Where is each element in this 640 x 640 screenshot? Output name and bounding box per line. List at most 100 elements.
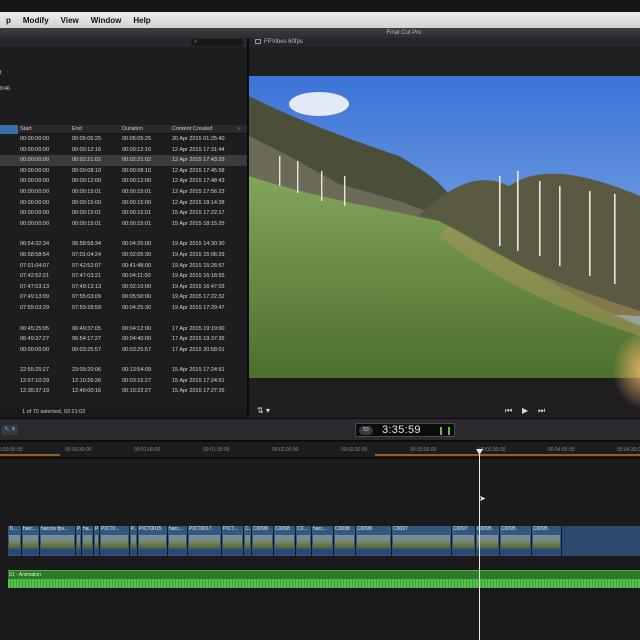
clip-row[interactable]: 06:49:37:27 06:54:17:27 00:04:40:00 17 Apr …: [0, 334, 247, 345]
clip-audio: [500, 549, 531, 555]
clip-thumbnail: [77, 535, 80, 548]
view-options-button[interactable]: ⇅ ▾: [257, 406, 270, 415]
clip-thumbnail: [95, 535, 98, 548]
end-cell: 00:00:15:00: [72, 199, 102, 206]
clip-meta-line: t: [0, 70, 2, 76]
column-header-start[interactable]: Start: [20, 126, 32, 132]
end-cell: 00:00:12:00: [72, 178, 102, 185]
list-header: Start End Duration Content Created ‹: [0, 125, 247, 134]
menu-item-help[interactable]: Help: [127, 16, 156, 25]
search-input[interactable]: ⌕: [191, 39, 243, 46]
next-frame-button[interactable]: ⏭: [538, 406, 545, 416]
end-cell: 00:05:05:25: [72, 136, 102, 142]
clip-label: harcov fpv...: [41, 526, 68, 532]
clip-row[interactable]: 00:00:00:00 00:00:12:00 00:00:12:00 12 Apr …: [0, 176, 247, 187]
select-tool-button[interactable]: ↖ ▾: [2, 425, 18, 435]
clip-row[interactable]: 00:00:00:00 00:02:21:02 00:02:21:02 12 Apr …: [0, 155, 247, 166]
name-column-header[interactable]: [0, 125, 18, 134]
list-gap: [0, 314, 247, 324]
music-clip[interactable]: 01 - Animation: [8, 570, 640, 588]
menu-item-fcp[interactable]: p: [0, 16, 17, 25]
clip-row[interactable]: 06:54:32:34 06:58:58:34 00:04:26:00 19 Apr …: [0, 239, 247, 250]
timeline-clip[interactable]: C0098: [334, 526, 356, 556]
clip-row[interactable]: 00:00:00:00 00:00:15:01 00:00:15:01 15 Apr …: [0, 208, 247, 219]
menu-item-window[interactable]: Window: [85, 16, 128, 25]
timeline-clip[interactable]: PICT...: [222, 526, 244, 556]
timecode-value: 3:35:59: [382, 424, 421, 436]
timeline-clip[interactable]: C0095: [532, 526, 562, 556]
timeline-clip[interactable]: C0097: [452, 526, 476, 556]
column-header-content-created[interactable]: Content Created: [172, 126, 212, 132]
clip-row[interactable]: 00:00:00:00 00:03:25:57 00:03:25:57 17 Apr …: [0, 345, 247, 356]
timeline-clip[interactable]: C0098: [274, 526, 296, 556]
content-created-cell: 17 Apr 2015 19:37:35: [172, 336, 225, 343]
clip-row[interactable]: 00:00:00:00 00:00:08:10 00:00:08:10 12 Apr …: [0, 166, 247, 177]
column-header-end[interactable]: End: [72, 126, 82, 132]
clip-audio: [252, 549, 273, 555]
timeline-clip[interactable]: harc...: [312, 526, 334, 556]
clip-audio: [94, 549, 99, 555]
timeline-clip[interactable]: Ti...: [8, 526, 22, 556]
video-frame-image: [249, 76, 640, 378]
timeline[interactable]: Ti...harc...harcov fpv...P...ha...P...PI…: [0, 459, 640, 640]
duration-cell: 00:04:26:00: [122, 241, 152, 248]
start-cell: 06:49:37:27: [20, 336, 50, 343]
clip-row[interactable]: 07:42:52:21 07:47:03:21 00:04:11:00 19 Apr …: [0, 271, 247, 282]
clip-thumbnail: [357, 535, 390, 548]
timeline-clip[interactable]: harcov fpv...: [40, 526, 76, 556]
clip-label: C0097: [453, 526, 468, 532]
end-cell: 00:00:12:16: [72, 146, 102, 153]
clip-row[interactable]: 06:45:25:05 06:49:37:05 00:04:12:00 17 Apr …: [0, 324, 247, 335]
timeline-clip[interactable]: P...: [130, 526, 138, 556]
clip-audio: [296, 549, 311, 555]
clip-row[interactable]: 00:00:00:00 00:00:15:00 00:00:15:00 12 Apr …: [0, 198, 247, 209]
timeline-clip[interactable]: C0098: [252, 526, 274, 556]
timeline-clip[interactable]: C0095: [500, 526, 532, 556]
clip-row[interactable]: 00:00:00:00 00:00:12:16 00:00:12:16 12 Apr …: [0, 145, 247, 156]
clip-row[interactable]: 07:55:03:29 07:59:28:59 00:04:25:30 19 Apr …: [0, 303, 247, 314]
timeline-ruler[interactable]: 00:00:00:00 00:00:30:00 00:01:00:00 00:01:3…: [0, 442, 640, 458]
timeline-clip[interactable]: C0...: [296, 526, 312, 556]
menu-item-view[interactable]: View: [55, 16, 85, 25]
start-cell: 06:58:58:54: [20, 251, 50, 258]
duration-cell: 00:05:50:00: [122, 294, 152, 301]
timeline-clip[interactable]: PICT0017: [188, 526, 222, 556]
content-created-cell: 15 Apr 2015 17:22:17: [172, 210, 225, 217]
clip-row[interactable]: 07:01:04:07 07:42:52:07 00:41:48:00 19 Apr …: [0, 261, 247, 272]
timeline-clip[interactable]: ha...: [82, 526, 94, 556]
collapse-chevron-icon[interactable]: ‹: [238, 126, 240, 132]
clip-label: ha...: [83, 526, 93, 532]
content-created-cell: 12 Apr 2015 17:56:23: [172, 188, 225, 195]
content-created-cell: 12 Apr 2015 17:48:43: [172, 178, 225, 185]
timeline-clip[interactable]: PICT0015: [138, 526, 168, 556]
timeline-clip[interactable]: PICT0...: [100, 526, 130, 556]
clip-thumbnail: [245, 535, 250, 548]
playhead[interactable]: [479, 450, 480, 640]
content-created-cell: 12 Apr 2015 17:45:58: [172, 167, 225, 174]
clip-row[interactable]: 12:07:10:29 12:10:26:26 00:03:15:27 15 Apr …: [0, 376, 247, 387]
previous-frame-button[interactable]: ⏮: [505, 406, 512, 416]
list-gap: [0, 229, 247, 239]
timeline-clip[interactable]: harc...: [168, 526, 188, 556]
clip-thumbnail: [139, 535, 166, 548]
timeline-clip[interactable]: harc...: [22, 526, 40, 556]
timeline-clip[interactable]: C...: [244, 526, 252, 556]
menu-item-modify[interactable]: Modify: [17, 16, 55, 25]
video-frame[interactable]: [249, 76, 640, 378]
timeline-clip[interactable]: C0098: [356, 526, 392, 556]
clip-row[interactable]: 06:58:58:54 07:01:04:24 00:02:05:30 19 Apr …: [0, 250, 247, 261]
clip-row[interactable]: 07:47:03:13 07:49:13:13 00:02:10:00 19 Apr …: [0, 282, 247, 293]
clip-row[interactable]: 00:00:00:00 00:05:05:25 00:05:05:25 20 Apr …: [0, 134, 247, 145]
clip-audio: [356, 549, 391, 555]
clip-row[interactable]: 12:35:37:19 12:46:00:16 00:10:22:27 15 Apr …: [0, 386, 247, 397]
clip-row[interactable]: 07:49:13:09 07:55:03:09 00:05:50:00 19 Apr …: [0, 292, 247, 303]
clip-row[interactable]: 00:00:00:00 00:00:15:01 00:00:15:01 12 Apr …: [0, 187, 247, 198]
play-button[interactable]: ▶: [522, 406, 528, 415]
clip-row[interactable]: 22:55:25:27 23:09:20:06 00:13:54:09 15 Apr …: [0, 365, 247, 376]
ruler-band: [375, 454, 640, 456]
start-cell: 12:07:10:29: [20, 377, 50, 384]
clip-row[interactable]: 00:00:00:00 00:00:15:01 00:00:15:01 15 Apr …: [0, 219, 247, 230]
column-header-duration[interactable]: Duration: [122, 126, 143, 132]
timeline-clip[interactable]: C0097: [392, 526, 452, 556]
timecode-display[interactable]: 53 3:35:59: [355, 423, 455, 437]
